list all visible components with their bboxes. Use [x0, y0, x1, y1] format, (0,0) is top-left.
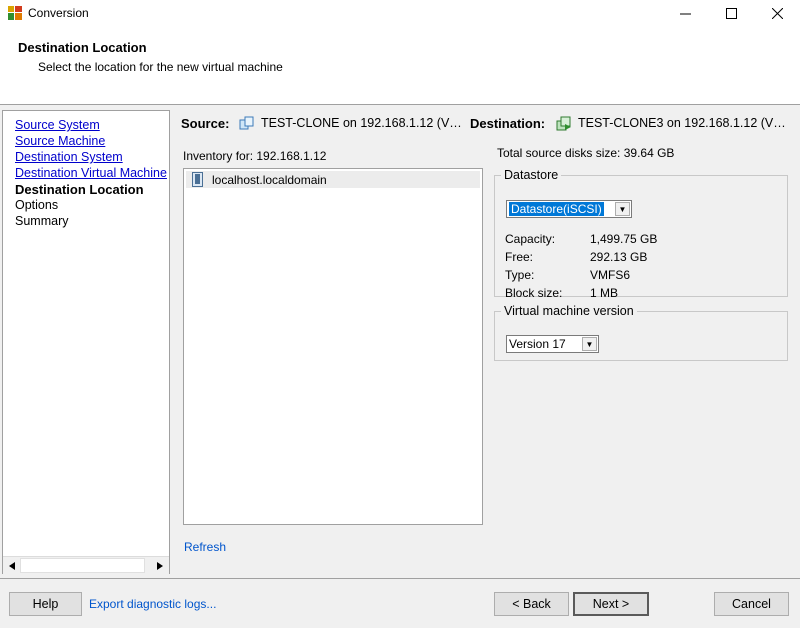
wizard-header: Destination Location Select the location… [0, 26, 800, 104]
free-label: Free: [505, 250, 534, 264]
wizard-steps-panel: Source System Source Machine Destination… [2, 110, 170, 574]
block-size-label: Block size: [505, 286, 563, 300]
datastore-legend: Datastore [504, 168, 559, 182]
nav-summary: Summary [15, 214, 69, 228]
refresh-link[interactable]: Refresh [184, 540, 226, 554]
page-subtitle: Select the location for the new virtual … [38, 60, 283, 74]
scroll-left-arrow[interactable] [3, 557, 20, 574]
nav-source-machine[interactable]: Source Machine [15, 134, 105, 148]
window-title: Conversion [28, 6, 89, 20]
header-divider [0, 104, 800, 105]
maximize-button[interactable] [708, 0, 754, 26]
dropdown-arrow-icon[interactable]: ▼ [615, 202, 630, 216]
close-button[interactable] [754, 0, 800, 26]
inventory-tree[interactable]: localhost.localdomain [183, 168, 483, 525]
back-button[interactable]: < Back [494, 592, 569, 616]
source-value: TEST-CLONE on 192.168.1.12 (V… [261, 116, 462, 130]
minimize-button[interactable] [662, 0, 708, 26]
datastore-group: Datastore Datastore(iSCSI) ▼ Capacity: 1… [494, 168, 788, 300]
help-button[interactable]: Help [9, 592, 82, 616]
triangle-right-icon [156, 561, 163, 570]
inventory-item-label: localhost.localdomain [212, 173, 327, 187]
destination-vm-icon [556, 116, 571, 131]
datastore-select[interactable]: Datastore(iSCSI) ▼ [506, 200, 632, 218]
nav-destination-location: Destination Location [15, 182, 144, 197]
source-label: Source: [181, 116, 230, 131]
type-label: Type: [505, 268, 535, 282]
scrollbar-thumb[interactable] [20, 558, 145, 573]
maximize-icon [725, 7, 737, 19]
vm-version-group: Virtual machine version Version 17 ▼ [494, 304, 788, 361]
vm-version-select[interactable]: Version 17 ▼ [506, 335, 599, 353]
inventory-item[interactable]: localhost.localdomain [186, 171, 480, 188]
nav-source-system[interactable]: Source System [15, 118, 100, 132]
capacity-label: Capacity: [505, 232, 556, 246]
minimize-icon [679, 13, 691, 14]
next-button[interactable]: Next > [573, 592, 649, 616]
total-disk-size-label: Total source disks size: [497, 146, 624, 160]
dropdown-arrow-icon[interactable]: ▼ [582, 337, 597, 351]
nav-destination-virtual-machine[interactable]: Destination Virtual Machine [15, 166, 167, 180]
nav-options: Options [15, 198, 59, 212]
scroll-right-arrow[interactable] [151, 557, 168, 574]
close-icon [771, 7, 783, 19]
total-disk-size-value: 39.64 GB [623, 146, 675, 160]
type-value: VMFS6 [590, 268, 631, 282]
total-disk-size: Total source disks size: 39.64 GB [497, 146, 674, 160]
block-size-value: 1 MB [590, 286, 619, 300]
nav-horizontal-scrollbar[interactable] [3, 556, 169, 574]
triangle-left-icon [8, 561, 15, 570]
footer-divider [0, 578, 800, 579]
vm-version-legend: Virtual machine version [504, 304, 634, 318]
vm-version-selected: Version 17 [509, 337, 566, 351]
app-icon [8, 6, 22, 20]
host-server-icon [192, 172, 203, 187]
datastore-selected: Datastore(iSCSI) [508, 201, 605, 217]
inventory-label: Inventory for: 192.168.1.12 [183, 149, 327, 163]
free-value: 292.13 GB [590, 250, 648, 264]
nav-destination-system[interactable]: Destination System [15, 150, 123, 164]
cancel-button[interactable]: Cancel [714, 592, 789, 616]
export-diagnostic-logs-link[interactable]: Export diagnostic logs... [89, 597, 216, 611]
title-bar: Conversion [0, 0, 800, 26]
page-title: Destination Location [18, 40, 147, 55]
destination-label: Destination: [470, 116, 546, 131]
destination-value: TEST-CLONE3 on 192.168.1.12 (V… [578, 116, 786, 130]
source-vm-icon [239, 116, 254, 130]
capacity-value: 1,499.75 GB [590, 232, 658, 246]
